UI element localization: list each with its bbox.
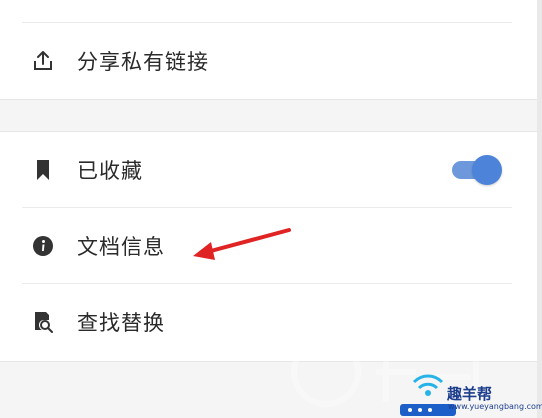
bookmark-item[interactable]: 已收藏 xyxy=(0,132,537,208)
menu-group-document: 已收藏 文档信息 查找替换 xyxy=(0,131,537,362)
watermark-brand: 趣羊帮 xyxy=(447,385,493,403)
doc-info-label: 文档信息 xyxy=(77,235,165,259)
find-replace-label: 查找替换 xyxy=(77,311,165,335)
info-icon xyxy=(31,234,55,258)
share-link-item[interactable]: 分享私有链接 xyxy=(0,23,537,99)
bookmark-toggle[interactable] xyxy=(452,155,502,185)
find-replace-icon xyxy=(31,310,55,334)
menu-group-share: 分享私有链接 xyxy=(0,0,537,100)
right-scroll-edge xyxy=(537,0,542,418)
bookmark-label: 已收藏 xyxy=(77,159,143,183)
watermark-url: www.yueyangbang.com xyxy=(448,402,542,411)
share-icon xyxy=(31,49,55,73)
bookmark-icon xyxy=(31,158,55,182)
share-link-label: 分享私有链接 xyxy=(77,50,209,74)
find-replace-item[interactable]: 查找替换 xyxy=(0,284,537,360)
doc-info-item[interactable]: 文档信息 xyxy=(0,208,537,284)
toggle-knob xyxy=(472,155,502,185)
